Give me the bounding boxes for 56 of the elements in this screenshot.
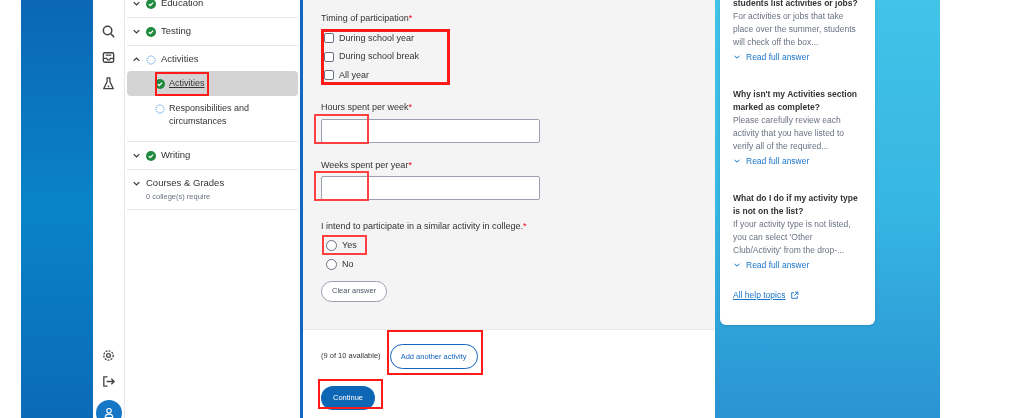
field-label: Weeks spent per year — [321, 158, 409, 172]
inbox-icon[interactable] — [101, 50, 116, 65]
radio-label: No — [342, 258, 354, 271]
nav-section[interactable]: Writing — [161, 148, 191, 163]
read-more-link[interactable]: Read full answer — [733, 51, 862, 64]
checkbox[interactable] — [324, 33, 334, 44]
chevron-down-icon[interactable] — [132, 0, 141, 8]
required-mark: * — [408, 101, 413, 114]
radio-button[interactable] — [326, 259, 337, 271]
nav-section[interactable]: Education — [161, 0, 204, 11]
checkbox-label: During school year — [339, 31, 415, 45]
checkbox-label: All year — [339, 68, 369, 82]
nav-section[interactable]: Courses & Grades — [146, 176, 225, 191]
check-circle-icon — [155, 79, 165, 89]
radio-button[interactable] — [326, 239, 337, 251]
chevron-down-icon — [733, 53, 741, 62]
field-label: Timing of participation — [321, 12, 409, 25]
help-answer: For activities or jobs that take place over the summer, students will check off the box... — [733, 10, 857, 49]
avatar[interactable] — [95, 400, 122, 418]
input-field[interactable] — [321, 118, 540, 143]
chevron-down-icon[interactable] — [132, 179, 141, 188]
chevron-down-icon[interactable] — [132, 151, 141, 160]
required-mark: * — [523, 220, 527, 233]
field-label: Hours spent per week — [321, 101, 409, 114]
read-more-link[interactable]: Read full answer — [733, 154, 862, 168]
help-question: students list activities or jobs? — [733, 0, 859, 10]
external-link-icon — [790, 291, 800, 301]
nav-section[interactable]: Activities — [161, 52, 199, 67]
settings-icon[interactable] — [101, 348, 116, 363]
checkbox[interactable] — [324, 70, 334, 81]
field-label: I intend to participate in a similar activity in college. — [321, 220, 524, 233]
sign-out-icon[interactable] — [101, 374, 116, 389]
help-answer: Please carefully review each activity that you have listed to verify all of the required... — [733, 113, 846, 153]
help-topics-link[interactable]: All help topics — [733, 289, 862, 302]
checkbox-label: During school break — [339, 50, 420, 63]
dashed-circle-icon — [155, 104, 165, 114]
flask-icon[interactable] — [101, 76, 116, 91]
help-answer: If your activity type is not listed, you can select 'Other Club/Activity' from the drop-... — [733, 217, 852, 257]
chevron-down-icon[interactable] — [132, 27, 141, 36]
search-icon[interactable] — [101, 24, 116, 39]
input-field[interactable] — [321, 176, 540, 200]
help-question: Why isn't my Activities section marked as complete? — [733, 87, 859, 114]
check-circle-icon — [146, 26, 156, 37]
radio-label: Yes — [342, 238, 357, 252]
checkbox[interactable] — [324, 51, 334, 62]
nav-item[interactable]: Activities — [127, 71, 298, 96]
help-question: What do I do if my activity type is not on the list? — [733, 191, 859, 218]
dashed-circle-icon — [146, 54, 156, 65]
nav-section[interactable]: Testing — [161, 24, 192, 39]
read-more-link[interactable]: Read full answer — [733, 258, 862, 272]
nav-item[interactable]: Responsibilities and circumstances — [127, 96, 298, 134]
chevron-down-icon — [733, 157, 741, 166]
chevron-up-icon[interactable] — [132, 55, 141, 64]
person-icon — [102, 407, 115, 418]
required-mark: * — [408, 158, 412, 172]
check-circle-icon — [146, 150, 156, 161]
